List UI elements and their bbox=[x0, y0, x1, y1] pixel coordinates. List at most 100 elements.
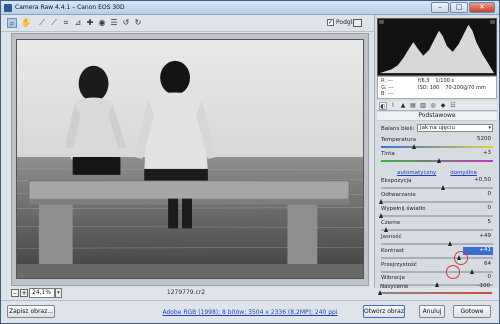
straighten-tool-icon[interactable]: ⊿ bbox=[73, 18, 83, 28]
fill-light-slider[interactable] bbox=[381, 215, 493, 217]
fill-light-label: Wypełnij światło bbox=[381, 206, 426, 212]
rgb-readout: R: --- G: --- B: --- bbox=[381, 78, 394, 98]
panel-tabs: ◐ ⌇ ▲ ▤ ▥ ◎ ◆ ☷ bbox=[377, 101, 497, 111]
contrast-slider[interactable] bbox=[381, 257, 493, 259]
hsl-tab-icon[interactable]: ▤ bbox=[409, 102, 417, 110]
zoom-tool-icon[interactable]: ⌕ bbox=[7, 18, 17, 28]
lens-tab-icon[interactable]: ◎ bbox=[429, 102, 437, 110]
recovery-label: Odtwarzanie bbox=[381, 192, 416, 198]
recovery-thumb[interactable] bbox=[378, 199, 383, 204]
bottom-bar: Zapisz obraz... Adobe RGB (1998); 8 bitó… bbox=[1, 300, 499, 323]
tint-value[interactable]: +3 bbox=[463, 150, 493, 158]
histogram bbox=[377, 18, 497, 76]
detail-tab-icon[interactable]: ▲ bbox=[399, 102, 407, 110]
close-button[interactable]: ✕ bbox=[469, 2, 495, 13]
blacks-label: Czerne bbox=[381, 220, 401, 226]
preferences-icon[interactable]: ☰ bbox=[109, 18, 119, 28]
blacks-slider[interactable] bbox=[381, 229, 493, 231]
clarity-value[interactable]: 64 bbox=[463, 261, 493, 269]
app-icon bbox=[4, 4, 12, 12]
white-balance-row: Balans bieli: Jak na ujęciu ▾ bbox=[381, 124, 493, 132]
brightness-value[interactable]: +49 bbox=[463, 233, 493, 241]
white-balance-label: Balans bieli: bbox=[381, 126, 415, 132]
g-value: --- bbox=[388, 84, 394, 91]
clarity-slider[interactable] bbox=[381, 271, 493, 273]
spot-removal-icon[interactable]: ✚ bbox=[85, 18, 95, 28]
saturation-thumb[interactable] bbox=[377, 290, 382, 295]
white-balance-value: Jak na ujęciu bbox=[420, 125, 455, 131]
recovery-slider[interactable] bbox=[381, 201, 493, 203]
blacks-thumb[interactable] bbox=[384, 227, 389, 232]
status-bar: – + 24,1% ▾ 1279779.cr2 bbox=[1, 286, 371, 300]
presets-tab-icon[interactable]: ☷ bbox=[449, 102, 457, 110]
workflow-options-link[interactable]: Adobe RGB (1998); 8 bitów; 3504 x 2336 (… bbox=[162, 309, 337, 316]
dropdown-arrow-icon: ▾ bbox=[488, 125, 491, 131]
rotate-left-icon[interactable]: ↺ bbox=[121, 18, 131, 28]
default-link[interactable]: domyślne bbox=[450, 170, 477, 176]
color-sampler-icon[interactable]: ⟋ bbox=[49, 18, 59, 28]
open-image-button[interactable]: Otwórz obraz bbox=[363, 305, 405, 318]
title-bar: Camera Raw 4.4.1 – Canon EOS 30D – □ ✕ bbox=[1, 1, 499, 15]
tint-thumb[interactable] bbox=[436, 158, 441, 163]
blacks-value[interactable]: 5 bbox=[463, 219, 493, 227]
split-toning-tab-icon[interactable]: ▥ bbox=[419, 102, 427, 110]
preview-checkbox[interactable]: ✓ bbox=[327, 19, 334, 26]
vibrance-label: Wibracja bbox=[381, 275, 405, 281]
section-title: Podstawowe bbox=[377, 112, 497, 121]
camera-raw-window: Camera Raw 4.4.1 – Canon EOS 30D – □ ✕ ⌕… bbox=[0, 0, 500, 324]
iso-value: ISO: 100 bbox=[418, 84, 440, 91]
exposure-value[interactable]: +0,50 bbox=[463, 177, 493, 185]
image-filename: 1279779.cr2 bbox=[166, 289, 206, 296]
contrast-value[interactable]: +41 bbox=[463, 247, 493, 255]
photo-preview bbox=[16, 39, 364, 279]
info-readout: R: --- G: --- B: --- f/6,3 1/100 s ISO: … bbox=[377, 76, 497, 99]
cancel-button[interactable]: Anuluj bbox=[419, 305, 445, 318]
camera-calibration-tab-icon[interactable]: ◆ bbox=[439, 102, 447, 110]
vibrance-value[interactable]: 0 bbox=[463, 274, 493, 282]
window-title: Camera Raw 4.4.1 – Canon EOS 30D bbox=[15, 4, 125, 11]
g-label: G: bbox=[381, 84, 387, 91]
auto-link[interactable]: automatyczny bbox=[397, 170, 436, 176]
brightness-slider[interactable] bbox=[381, 243, 493, 245]
r-label: R: bbox=[381, 78, 387, 84]
contrast-label: Kontrast bbox=[381, 248, 404, 254]
minimize-button[interactable]: – bbox=[431, 2, 449, 13]
white-balance-dropdown[interactable]: Jak na ujęciu ▾ bbox=[417, 124, 493, 132]
exposure-slider[interactable] bbox=[381, 187, 493, 189]
image-canvas[interactable] bbox=[11, 33, 369, 286]
fill-light-thumb[interactable] bbox=[378, 213, 383, 218]
shadow-clip-icon bbox=[378, 19, 384, 24]
maximize-button[interactable]: □ bbox=[450, 2, 468, 13]
temperature-thumb[interactable] bbox=[412, 144, 417, 149]
white-balance-tool-icon[interactable]: ⟋ bbox=[37, 18, 47, 28]
rotate-right-icon[interactable]: ↻ bbox=[133, 18, 143, 28]
hand-tool-icon[interactable]: ✋ bbox=[21, 18, 31, 28]
crop-tool-icon[interactable]: ⌗ bbox=[61, 18, 71, 28]
tint-label: Tinta bbox=[381, 151, 395, 157]
fullscreen-icon[interactable] bbox=[353, 19, 362, 27]
basic-tab-icon[interactable]: ◐ bbox=[379, 102, 387, 110]
tone-curve-tab-icon[interactable]: ⌇ bbox=[389, 102, 397, 110]
exposure-thumb[interactable] bbox=[441, 185, 446, 190]
red-eye-icon[interactable]: ◉ bbox=[97, 18, 107, 28]
vibrance-thumb[interactable] bbox=[434, 282, 439, 287]
exif-info: f/6,3 1/100 s ISO: 100 70-200@70 mm bbox=[418, 78, 486, 91]
temperature-slider[interactable] bbox=[381, 146, 493, 148]
adjustments-panel: R: --- G: --- B: --- f/6,3 1/100 s ISO: … bbox=[374, 15, 498, 288]
temperature-value[interactable]: 5200 bbox=[463, 136, 493, 144]
recovery-value[interactable]: 0 bbox=[463, 191, 493, 199]
clarity-highlight-ring bbox=[446, 265, 460, 279]
b-label: B: bbox=[381, 91, 387, 97]
lens-value: 70-200@70 mm bbox=[445, 84, 486, 91]
clarity-label: Przejrzystość bbox=[381, 262, 417, 268]
saturation-value[interactable]: -100 bbox=[462, 283, 492, 291]
r-value: --- bbox=[387, 78, 394, 84]
brightness-thumb[interactable] bbox=[447, 241, 452, 246]
brightness-label: Jasność bbox=[381, 234, 402, 240]
fill-light-value[interactable]: 0 bbox=[463, 205, 493, 213]
saturation-slider[interactable] bbox=[380, 292, 492, 294]
temperature-label: Temperatura bbox=[381, 137, 416, 143]
highlight-clip-icon bbox=[490, 19, 496, 24]
auto-default-links: automatyczny domyślne bbox=[381, 170, 493, 176]
done-button[interactable]: Gotowe bbox=[453, 305, 491, 318]
